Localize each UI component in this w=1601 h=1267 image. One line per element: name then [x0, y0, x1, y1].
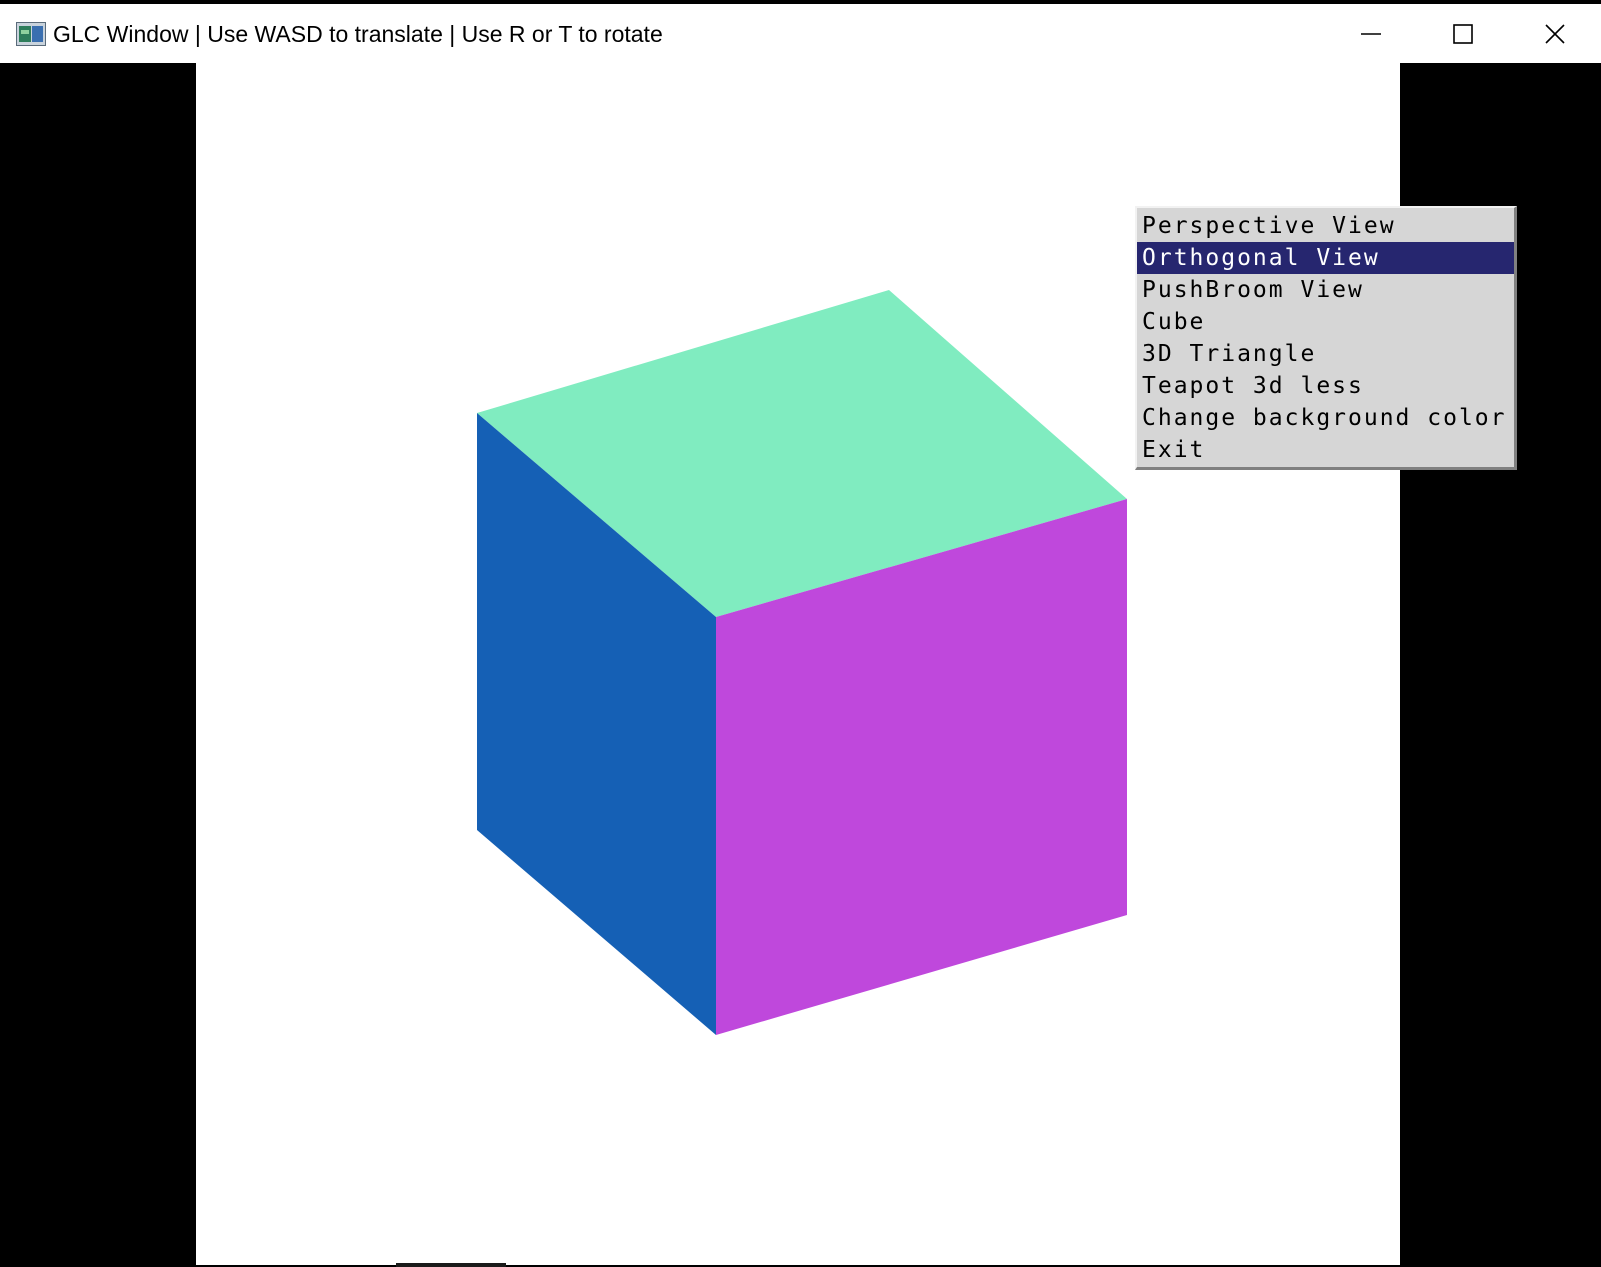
- menu-item-change-background[interactable]: Change background color: [1137, 402, 1514, 434]
- app-icon: [16, 22, 46, 46]
- close-icon: [1545, 23, 1565, 44]
- menu-item-teapot[interactable]: Teapot 3d less: [1137, 370, 1514, 402]
- title-bar[interactable]: GLC Window | Use WASD to translate | Use…: [0, 4, 1601, 63]
- taskbar-edge: [396, 1263, 506, 1267]
- close-button[interactable]: [1509, 4, 1601, 63]
- menu-item-orthogonal-view[interactable]: Orthogonal View: [1137, 242, 1514, 274]
- menu-item-exit[interactable]: Exit: [1137, 434, 1514, 466]
- maximize-icon: [1453, 23, 1473, 44]
- minimize-button[interactable]: [1325, 4, 1417, 63]
- menu-item-cube[interactable]: Cube: [1137, 306, 1514, 338]
- menu-item-pushbroom-view[interactable]: PushBroom View: [1137, 274, 1514, 306]
- maximize-button[interactable]: [1417, 4, 1509, 63]
- menu-item-perspective-view[interactable]: Perspective View: [1137, 210, 1514, 242]
- minimize-icon: [1361, 32, 1381, 35]
- window-title: GLC Window | Use WASD to translate | Use…: [53, 21, 663, 47]
- context-menu: Perspective View Orthogonal View PushBro…: [1135, 206, 1517, 470]
- menu-item-3d-triangle[interactable]: 3D Triangle: [1137, 338, 1514, 370]
- glc-window: GLC Window | Use WASD to translate | Use…: [0, 0, 1601, 1267]
